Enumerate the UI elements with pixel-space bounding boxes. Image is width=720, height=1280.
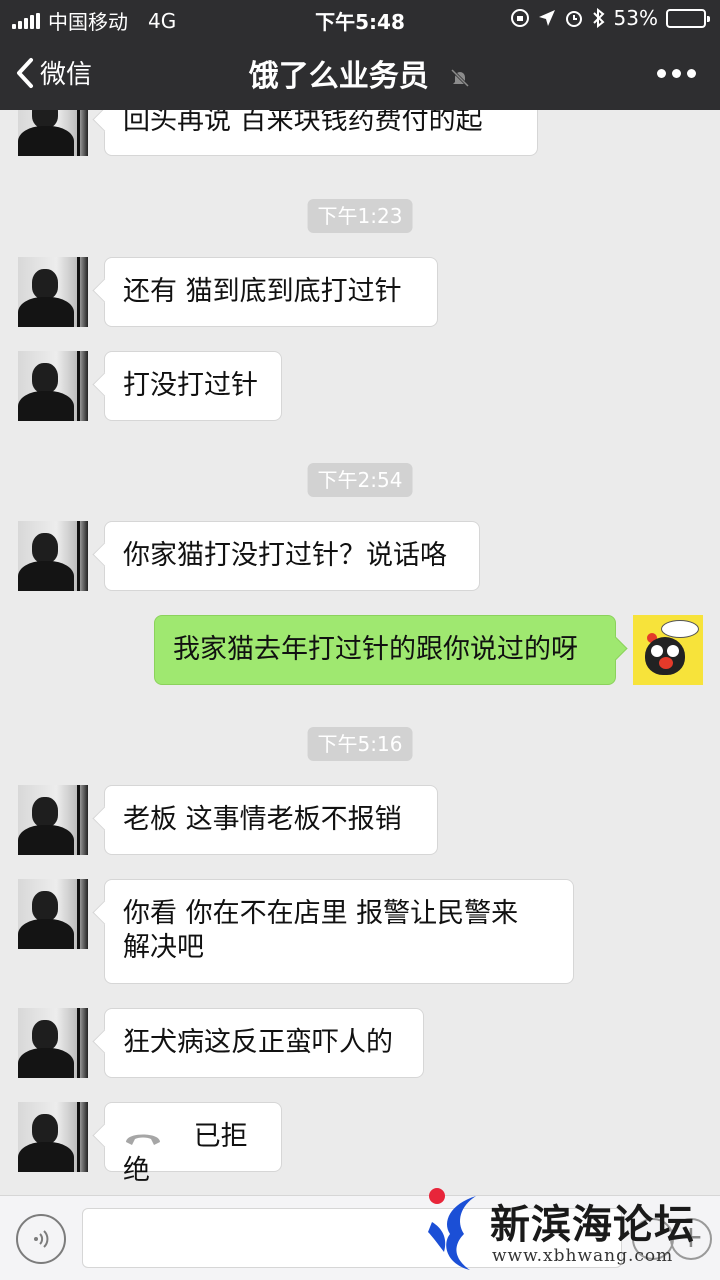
message-text-line: 你看 你在不在店里 报警让民警来: [123, 898, 519, 929]
voice-icon: [34, 1230, 49, 1248]
message-bubble[interactable]: 还有 猫到底到底打过针: [104, 257, 438, 327]
message-bubble[interactable]: 老板 这事情老板不报销: [104, 785, 438, 855]
message-list[interactable]: 回头再说 百来块钱药费付的起 下午1:23 还有 猫到底到底打过针 打没打过针 …: [0, 110, 720, 1195]
forum-watermark: 新滨海论坛 www.xbhwang.com: [420, 1180, 720, 1280]
location-icon: [538, 10, 555, 26]
rotation-lock-icon: [510, 9, 529, 27]
message-bubble[interactable]: 你家猫打没打过针？说话咯: [104, 521, 480, 591]
contact-avatar[interactable]: [18, 1008, 88, 1078]
timestamp: 下午5:16: [307, 727, 413, 761]
timestamp: 下午1:23: [307, 199, 413, 233]
contact-avatar[interactable]: [18, 351, 88, 421]
my-avatar[interactable]: [633, 615, 703, 685]
message-text: 我家猫去年打过针的跟你说过的呀: [173, 634, 578, 665]
message-bubble[interactable]: 狂犬病这反正蛮吓人的: [104, 1008, 424, 1078]
contact-avatar[interactable]: [18, 110, 88, 156]
message-text: 老板 这事情老板不报销: [123, 804, 402, 835]
message-bubble[interactable]: 打没打过针: [104, 351, 282, 421]
mute-bell-icon: [451, 68, 470, 87]
forum-title: 新滨海论坛: [490, 1202, 695, 1248]
battery-icon: [666, 8, 710, 28]
message-bubble[interactable]: 回头再说 百来块钱药费付的起: [104, 110, 538, 156]
chat-header: 微信 饿了么业务员: [0, 36, 720, 110]
dot-icon: [687, 68, 696, 78]
my-message-bubble[interactable]: 我家猫去年打过针的跟你说过的呀: [154, 615, 616, 685]
bluetooth-icon: [592, 8, 605, 28]
dot-icon: [672, 68, 681, 78]
contact-avatar[interactable]: [18, 1102, 88, 1172]
message-text: 你家猫打没打过针？说话咯: [123, 540, 447, 571]
contact-avatar[interactable]: [18, 257, 88, 327]
message-text-line: 解决吧: [123, 932, 204, 963]
contact-avatar[interactable]: [18, 521, 88, 591]
dot-icon: [657, 68, 666, 78]
message-text: 狂犬病这反正蛮吓人的: [123, 1027, 393, 1058]
more-options-button[interactable]: [657, 56, 696, 90]
timestamp: 下午2:54: [307, 463, 413, 497]
voice-input-button[interactable]: [16, 1214, 66, 1264]
chat-title: 饿了么业务员: [0, 51, 720, 95]
chat-title-text: 饿了么业务员: [248, 59, 429, 94]
message-text: 回头再说 百来块钱药费付的起: [123, 110, 483, 136]
forum-url: www.xbhwang.com: [492, 1246, 674, 1266]
message-bubble[interactable]: 你看 你在不在店里 报警让民警来 解决吧: [104, 879, 574, 984]
battery-percent: 53%: [613, 6, 658, 30]
message-text: 打没打过针: [123, 370, 258, 401]
contact-avatar[interactable]: [18, 879, 88, 949]
call-record-bubble[interactable]: 已拒绝: [104, 1102, 282, 1186]
status-bar: 中国移动 4G 下午5:48 53%: [0, 0, 720, 36]
forum-logo-icon: [428, 1188, 476, 1270]
phone-declined-icon: [126, 1134, 160, 1145]
contact-avatar[interactable]: [18, 785, 88, 855]
message-text: 还有 猫到底到底打过针: [123, 276, 402, 307]
alarm-icon: [565, 11, 582, 27]
